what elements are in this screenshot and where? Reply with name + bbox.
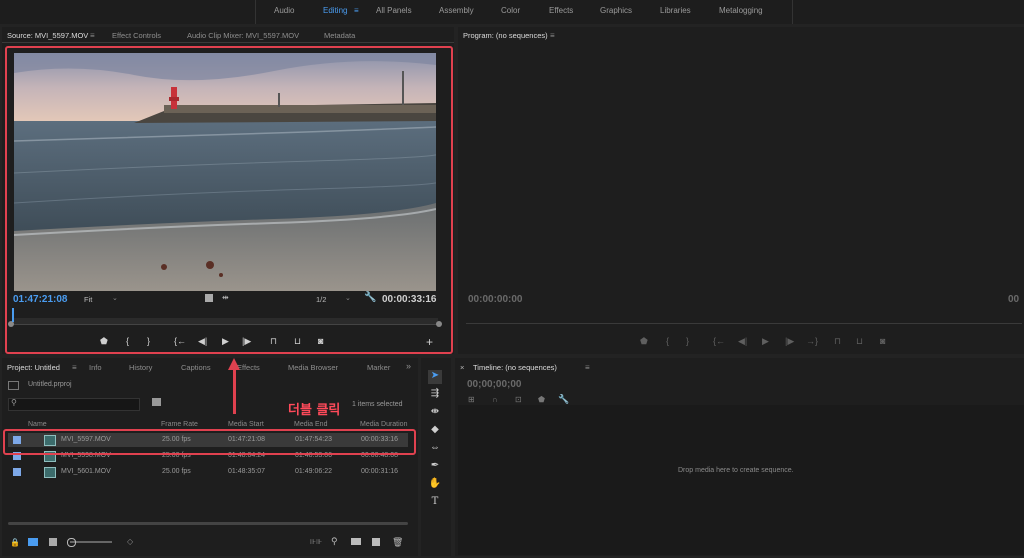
workspace-libraries[interactable]: Libraries <box>660 6 691 15</box>
tab-effects[interactable]: Effects <box>237 363 260 372</box>
project-file-name: Untitled.prproj <box>28 381 72 388</box>
project-search-input[interactable] <box>8 398 140 411</box>
search-icon: ⚲ <box>11 398 17 407</box>
new-item-icon[interactable] <box>372 538 380 546</box>
list-view-icon[interactable] <box>28 538 38 546</box>
clip-icon <box>44 467 56 478</box>
tab-history[interactable]: History <box>129 363 152 372</box>
extract-icon[interactable]: ⊔ <box>856 336 863 347</box>
selection-tool-icon[interactable]: ➤ <box>428 370 442 384</box>
source-highlight-box <box>5 46 453 354</box>
workspace-audio[interactable]: Audio <box>274 6 294 15</box>
program-title[interactable]: Program: (no sequences) <box>463 31 548 40</box>
program-panel: Program: (no sequences) ≡ <box>458 27 1024 354</box>
program-timecode[interactable]: 00:00:00:00 <box>468 294 522 305</box>
icon-view-icon[interactable] <box>49 538 57 546</box>
workspace-effects[interactable]: Effects <box>549 6 573 15</box>
timeline-menu-icon[interactable]: ≡ <box>585 363 590 372</box>
col-name[interactable]: Name <box>28 421 47 428</box>
workspace-editing[interactable]: Editing <box>323 6 347 15</box>
source-menu-icon[interactable]: ≡ <box>90 31 95 40</box>
timeline-track-area[interactable] <box>458 405 1024 555</box>
clip-end: 01:49:06:22 <box>295 468 332 475</box>
workspace-graphics[interactable]: Graphics <box>600 6 632 15</box>
program-camera-icon[interactable]: ◙ <box>880 336 885 346</box>
new-bin-icon[interactable] <box>351 538 361 545</box>
ripple-edit-tool-icon[interactable]: ⇼ <box>428 406 442 420</box>
project-folder-icon <box>8 381 19 390</box>
timeline-settings-icon[interactable]: 🔧 <box>558 394 569 405</box>
col-media-start[interactable]: Media Start <box>228 421 264 428</box>
sort-icon[interactable]: ◇ <box>127 537 133 546</box>
tab-project[interactable]: Project: Untitled <box>7 363 60 372</box>
program-marker-icon[interactable]: ⬟ <box>640 336 648 347</box>
new-bin-from-search-icon[interactable] <box>152 398 161 406</box>
program-go-out-icon[interactable]: →} <box>806 336 818 346</box>
type-tool-icon[interactable]: T <box>428 496 442 510</box>
program-play-icon[interactable]: ▶ <box>762 336 769 347</box>
razor-tool-icon[interactable]: ◆ <box>428 424 442 438</box>
hand-tool-icon[interactable]: ✋ <box>428 478 442 492</box>
workspace-all-panels[interactable]: All Panels <box>376 6 412 15</box>
program-mark-in-icon[interactable]: { <box>666 336 669 346</box>
program-step-back-icon[interactable]: ◀| <box>738 336 747 347</box>
clip-name: MVI_5601.MOV <box>61 468 111 475</box>
linked-selection-icon[interactable]: ⊡ <box>515 395 522 404</box>
col-frame-rate[interactable]: Frame Rate <box>161 421 198 428</box>
timeline-title[interactable]: Timeline: (no sequences) <box>473 363 557 372</box>
annotation-arrow-head <box>228 358 240 370</box>
timeline-close-icon[interactable]: × <box>460 363 464 372</box>
zoom-slider[interactable] <box>70 541 112 543</box>
lift-icon[interactable]: ⊓ <box>834 336 841 347</box>
program-time-ruler[interactable] <box>466 318 1022 324</box>
project-scrollbar[interactable] <box>8 522 408 525</box>
workspace-color[interactable]: Color <box>501 6 520 15</box>
program-menu-icon[interactable]: ≡ <box>550 31 555 40</box>
tab-audio-clip-mixer[interactable]: Audio Clip Mixer: MVI_5597.MOV <box>187 31 299 40</box>
program-mark-out-icon[interactable]: } <box>686 336 689 346</box>
tab-source[interactable]: Source: MVI_5597.MOV <box>7 31 88 40</box>
timeline-marker-icon[interactable]: ⬟ <box>538 395 545 404</box>
tab-effect-controls[interactable]: Effect Controls <box>112 31 161 40</box>
timeline-timecode[interactable]: 00;00;00;00 <box>467 379 521 390</box>
clip-fps: 25.00 fps <box>162 468 191 475</box>
col-media-end[interactable]: Media End <box>294 421 327 428</box>
more-tabs-icon[interactable]: » <box>406 361 411 371</box>
nest-icon[interactable]: ⊞ <box>468 395 475 404</box>
clip-start: 01:48:35:07 <box>228 468 265 475</box>
label-color-swatch[interactable] <box>13 468 21 476</box>
write-protect-icon[interactable]: 🔒 <box>10 538 20 547</box>
tab-captions[interactable]: Captions <box>181 363 211 372</box>
trash-icon[interactable]: 🗑 <box>392 537 403 548</box>
annotation-arrow-shaft <box>233 368 236 414</box>
tab-media-browser[interactable]: Media Browser <box>288 363 338 372</box>
clip-duration: 00:00:31:16 <box>361 468 398 475</box>
tab-marker[interactable]: Marker <box>367 363 390 372</box>
workspace-metalogging[interactable]: Metalogging <box>719 6 763 15</box>
program-duration: 00 <box>1008 294 1020 305</box>
timeline-drop-placeholder: Drop media here to create sequence. <box>678 467 794 474</box>
items-selected-label: 1 items selected <box>352 401 403 408</box>
pen-tool-icon[interactable]: ✒ <box>428 460 442 474</box>
slip-tool-icon[interactable]: ⇔ <box>428 442 442 456</box>
workspace-bar: Audio Editing ≡ All Panels Assembly Colo… <box>0 0 1024 24</box>
workspace-assembly[interactable]: Assembly <box>439 6 474 15</box>
col-media-duration[interactable]: Media Duration <box>360 421 407 428</box>
table-row[interactable]: MVI_5601.MOV 25.00 fps 01:48:35:07 01:49… <box>8 465 408 479</box>
zoom-slider-handle[interactable] <box>67 538 76 547</box>
annotation-label: 더블 클릭 <box>288 403 341 418</box>
source-tabbar: Source: MVI_5597.MOV ≡ Effect Controls A… <box>2 27 454 43</box>
automate-icon[interactable]: ⊪⊪ <box>310 538 322 546</box>
workspace-menu-icon[interactable]: ≡ <box>354 6 359 15</box>
program-step-forward-icon[interactable]: |▶ <box>785 336 794 347</box>
project-menu-icon[interactable]: ≡ <box>72 363 77 372</box>
track-select-tool-icon[interactable]: ⇶ <box>428 388 442 402</box>
row-highlight-box <box>3 429 416 455</box>
snap-icon[interactable]: ∩ <box>492 395 498 404</box>
program-go-in-icon[interactable]: {← <box>713 336 725 346</box>
tab-info[interactable]: Info <box>89 363 102 372</box>
tab-metadata[interactable]: Metadata <box>324 31 355 40</box>
find-icon[interactable]: ⚲ <box>331 536 338 547</box>
